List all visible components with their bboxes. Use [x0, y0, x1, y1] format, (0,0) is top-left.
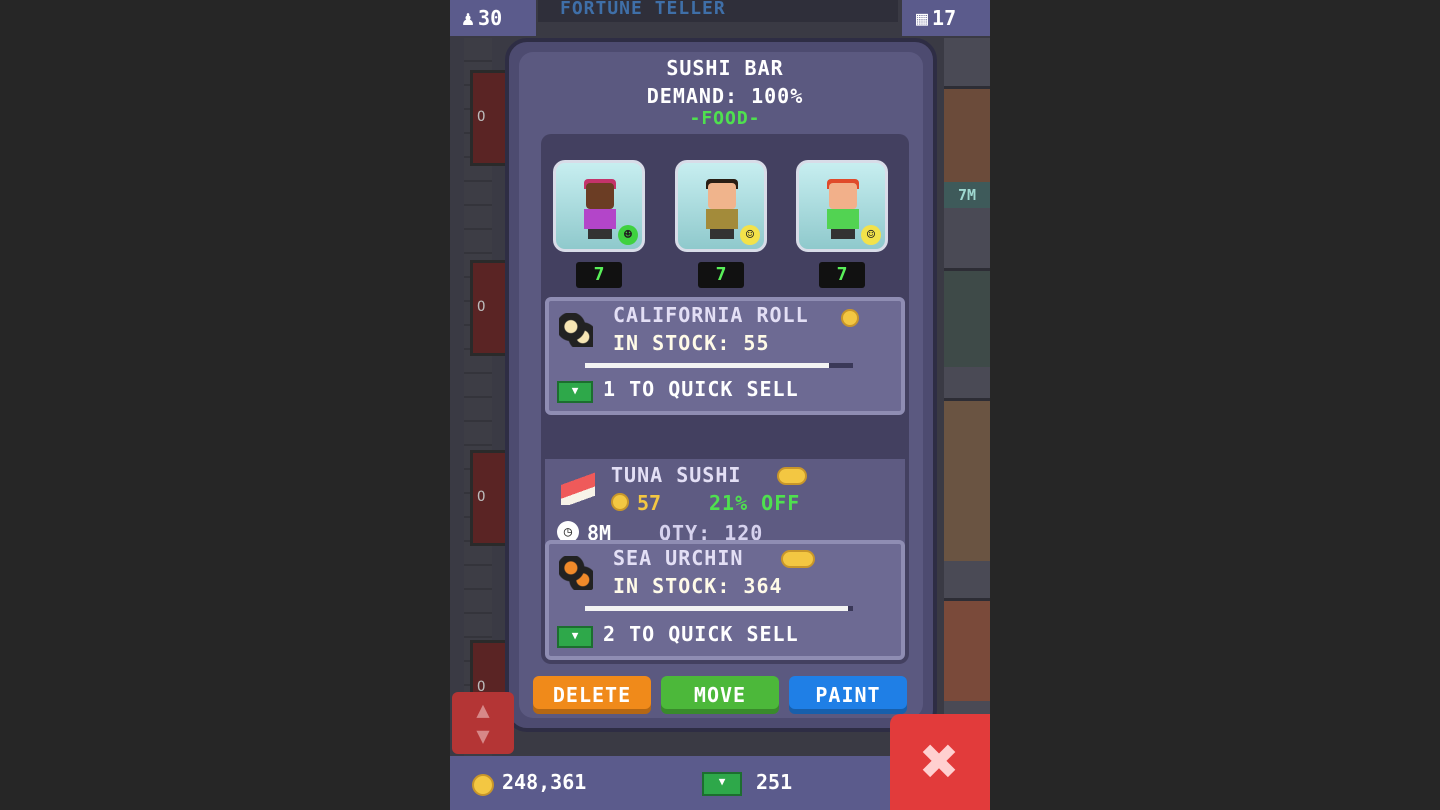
stock-bar: [585, 363, 853, 368]
neutral-face-icon: ☺: [740, 225, 760, 245]
delete-button[interactable]: DELETE: [533, 676, 651, 714]
worker-body: [706, 209, 738, 229]
worker-head: [586, 183, 614, 209]
cash-icon: ▼: [557, 381, 593, 403]
item-name: TUNA SUSHI: [611, 463, 742, 487]
coin-icon: [611, 493, 629, 511]
neutral-face-icon: ☺: [861, 225, 881, 245]
stock-bar-fill: [585, 606, 848, 611]
quick-sell-label: 1 TO QUICK SELL: [603, 377, 799, 401]
worker-legs: [588, 229, 612, 239]
restock-price: 57: [637, 491, 662, 515]
item-name: SEA URCHIN: [613, 546, 744, 570]
move-button[interactable]: MOVE: [661, 676, 779, 714]
top-bar: ♟ 30 FORTUNE TELLER ▦ 17: [450, 0, 990, 36]
game-screen: O O O O 7M ♟ 30 FORTUNE TELLER ▦ 17 SUSHI …: [450, 0, 990, 810]
bux-icon: ▼: [702, 772, 742, 796]
worker-head: [829, 183, 857, 209]
worker-slot-1[interactable]: ☻: [553, 160, 645, 252]
coin-balance: 248,361: [502, 770, 587, 794]
in-stock-label: IN STOCK: 55: [613, 331, 770, 355]
worker-legs: [831, 229, 855, 239]
chevron-down-icon: ▼: [476, 724, 490, 749]
coin-icon: [841, 309, 859, 327]
neighbor-floor: [944, 86, 990, 185]
neighbor-floors: 7M: [944, 38, 990, 758]
worker-slot-3[interactable]: ☺: [796, 160, 888, 252]
background-door: O: [470, 450, 510, 546]
neighbor-floor: [944, 268, 990, 367]
worker-body: [827, 209, 859, 229]
worker-skill-2: 7: [698, 262, 744, 288]
stock-bar-fill: [585, 363, 829, 368]
worker-body: [584, 209, 616, 229]
item-name: CALIFORNIA ROLL: [613, 303, 809, 327]
stock-bar: [585, 606, 853, 611]
worker-slot-2[interactable]: ☺: [675, 160, 767, 252]
stock-item-sea-urchin[interactable]: SEA URCHIN IN STOCK: 364 ▼ 2 TO QUICK SE…: [545, 540, 905, 660]
happy-face-icon: ☻: [618, 225, 638, 245]
floors-value: 17: [932, 6, 957, 30]
coin-icon: [472, 774, 494, 796]
coins-icon: [777, 467, 807, 485]
neighbor-floor: [944, 398, 990, 561]
neighbor-timer-label: 7M: [944, 182, 990, 208]
population-counter[interactable]: ♟ 30: [450, 0, 536, 36]
worker-skill-3: 7: [819, 262, 865, 288]
neighbor-floor: [944, 598, 990, 701]
paint-button[interactable]: PAINT: [789, 676, 907, 714]
close-button[interactable]: ✖: [890, 714, 990, 810]
background-door: O: [470, 70, 510, 166]
floors-counter[interactable]: ▦ 17: [902, 0, 990, 36]
chevron-up-icon: ▲: [476, 698, 490, 723]
worker-skill-1: 7: [576, 262, 622, 288]
elevator-button[interactable]: ▲ ▼: [452, 692, 514, 754]
california-roll-icon: [559, 313, 593, 347]
background-door: O: [470, 260, 510, 356]
coins-icon: [781, 550, 815, 568]
floor-info-panel: SUSHI BAR DEMAND: 100% -FOOD- ☻ ☺ ☺ 7 7: [505, 38, 937, 732]
discount-label: 21% OFF: [709, 491, 801, 515]
category-label: -FOOD-: [689, 108, 761, 129]
worker-legs: [710, 229, 734, 239]
cash-icon: ▼: [557, 626, 593, 648]
worker-head: [708, 183, 736, 209]
floor-name: FORTUNE TELLER: [560, 0, 726, 19]
building-icon: ▦: [916, 6, 929, 30]
person-icon: ♟: [462, 6, 475, 30]
stock-item-california-roll[interactable]: CALIFORNIA ROLL IN STOCK: 55 ▼ 1 TO QUIC…: [545, 297, 905, 415]
tuna-sushi-icon: [561, 471, 595, 505]
close-icon: ✖: [920, 725, 960, 799]
population-value: 30: [478, 6, 503, 30]
sea-urchin-icon: [559, 556, 593, 590]
bux-balance: 251: [756, 770, 793, 794]
floor-title: SUSHI BAR: [666, 56, 784, 80]
demand-label: DEMAND: 100%: [646, 84, 804, 108]
in-stock-label: IN STOCK: 364: [613, 574, 783, 598]
quick-sell-label: 2 TO QUICK SELL: [603, 622, 799, 646]
